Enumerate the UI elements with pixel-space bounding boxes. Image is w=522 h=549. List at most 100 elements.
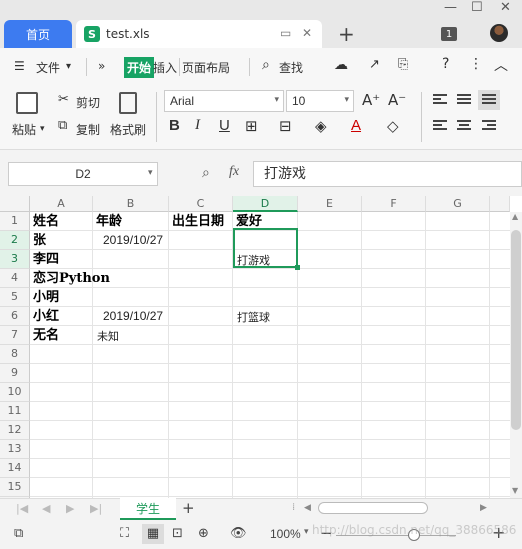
fill-handle[interactable] bbox=[295, 265, 300, 270]
avatar[interactable] bbox=[490, 24, 508, 42]
row-header-9[interactable]: 9 bbox=[0, 364, 30, 383]
cell-a5[interactable]: 小明 bbox=[33, 288, 59, 307]
cell-b2[interactable]: 2019/10/27 bbox=[103, 231, 163, 250]
menu-help[interactable]: ? bbox=[442, 56, 449, 72]
paste-icon[interactable] bbox=[16, 92, 38, 114]
scroll-left-icon[interactable]: ◀ bbox=[304, 503, 311, 513]
decrease-font-icon[interactable]: A⁻ bbox=[388, 91, 406, 109]
new-tab-icon[interactable]: + bbox=[338, 22, 355, 46]
row-header-7[interactable]: 7 bbox=[0, 326, 30, 345]
close-window-icon[interactable]: ✕ bbox=[500, 0, 511, 15]
fullscreen-icon[interactable]: ⛶ bbox=[120, 526, 129, 541]
column-header-g[interactable]: G bbox=[426, 196, 490, 212]
page-layout-view-icon[interactable]: ⊕ bbox=[198, 526, 209, 541]
search-icon[interactable]: ⌕ bbox=[262, 57, 270, 73]
page-break-view-icon[interactable]: ⊡ bbox=[172, 526, 183, 541]
clear-format-icon[interactable]: ◇ bbox=[387, 117, 399, 135]
chevron-down-icon[interactable]: ▾ bbox=[66, 61, 71, 72]
row-header-4[interactable]: 4 bbox=[0, 269, 30, 288]
format-brush-icon[interactable] bbox=[119, 92, 137, 114]
row-header-15[interactable]: 15 bbox=[0, 478, 30, 497]
cell-b1[interactable]: 年龄 bbox=[96, 212, 122, 231]
zoom-find-icon[interactable]: ⌕ bbox=[202, 165, 210, 181]
sheet-view-icon[interactable]: ⧉ bbox=[14, 526, 23, 541]
add-sheet-icon[interactable]: + bbox=[182, 499, 195, 517]
hamburger-icon[interactable]: ☰ bbox=[14, 59, 25, 73]
row-header-12[interactable]: 12 bbox=[0, 421, 30, 440]
bold-button[interactable]: B bbox=[169, 117, 180, 134]
row-header-8[interactable]: 8 bbox=[0, 345, 30, 364]
cell-a4[interactable]: 恋习Python bbox=[33, 269, 110, 288]
tab-document[interactable]: S test.xls ▭ ✕ bbox=[76, 20, 322, 48]
fill-color-icon[interactable]: ◈ bbox=[315, 117, 327, 135]
select-all-corner[interactable] bbox=[0, 196, 30, 212]
cloud-icon[interactable]: ☁ bbox=[334, 57, 348, 73]
pin-window-icon[interactable]: ▭ bbox=[280, 26, 291, 40]
zoom-level[interactable]: 100% bbox=[270, 527, 301, 541]
column-header-c[interactable]: C bbox=[169, 196, 233, 212]
menu-more[interactable]: » bbox=[98, 59, 105, 73]
row-header-10[interactable]: 10 bbox=[0, 383, 30, 402]
column-header-b[interactable]: B bbox=[93, 196, 169, 212]
copy-button[interactable]: 复制 bbox=[76, 121, 100, 138]
column-header-e[interactable]: E bbox=[298, 196, 362, 212]
column-header-d[interactable]: D bbox=[233, 196, 298, 212]
italic-button[interactable]: I bbox=[195, 117, 200, 134]
font-size-select[interactable]: 10 ▾ bbox=[286, 90, 354, 112]
column-header-a[interactable]: A bbox=[30, 196, 93, 212]
row-header-14[interactable]: 14 bbox=[0, 459, 30, 478]
cut-button[interactable]: 剪切 bbox=[76, 94, 100, 111]
minimize-icon[interactable]: — bbox=[444, 0, 457, 15]
export-icon[interactable]: ⎘ bbox=[398, 57, 408, 72]
first-sheet-icon[interactable]: |◀ bbox=[16, 502, 28, 515]
font-name-select[interactable]: Arial ▾ bbox=[164, 90, 284, 112]
normal-view-icon[interactable]: ▦ bbox=[142, 524, 164, 544]
formula-input[interactable]: 打游戏 bbox=[253, 161, 522, 187]
cell-a7[interactable]: 无名 bbox=[33, 326, 59, 345]
align-bottom-icon[interactable] bbox=[478, 90, 500, 110]
tab-home[interactable]: 首页 bbox=[4, 20, 72, 48]
menu-insert[interactable]: 插入 bbox=[153, 59, 177, 76]
font-color-button[interactable]: A bbox=[351, 117, 361, 134]
underline-button[interactable]: U bbox=[219, 117, 230, 134]
row-header-13[interactable]: 13 bbox=[0, 440, 30, 459]
column-header-f[interactable]: F bbox=[362, 196, 426, 212]
scroll-right-icon[interactable]: ▶ bbox=[480, 503, 487, 513]
cell-a6[interactable]: 小红 bbox=[33, 307, 59, 326]
close-tab-icon[interactable]: ✕ bbox=[302, 26, 312, 40]
cell-a2[interactable]: 张 bbox=[33, 231, 46, 250]
merge-icon[interactable]: ⊟ bbox=[279, 117, 292, 135]
zoom-dropdown-icon[interactable]: ▾ bbox=[304, 527, 309, 537]
copy-icon[interactable]: ⧉ bbox=[58, 118, 67, 133]
row-header-6[interactable]: 6 bbox=[0, 307, 30, 326]
fx-button[interactable]: fx bbox=[229, 164, 239, 180]
reading-mode-icon[interactable]: 👁 bbox=[230, 526, 247, 541]
cell-d6[interactable]: 打篮球 bbox=[237, 308, 270, 327]
align-top-icon[interactable] bbox=[433, 94, 447, 106]
scissors-icon[interactable]: ✂ bbox=[58, 92, 69, 107]
row-header-5[interactable]: 5 bbox=[0, 288, 30, 307]
menu-page-layout[interactable]: 页面布局 bbox=[182, 59, 230, 76]
format-brush-button[interactable]: 格式刷 bbox=[110, 121, 146, 138]
name-box[interactable]: D2 bbox=[8, 162, 158, 186]
menu-search[interactable]: 查找 bbox=[279, 59, 303, 76]
row-header-1[interactable]: 1 bbox=[0, 212, 30, 231]
align-left-icon[interactable] bbox=[433, 120, 447, 132]
paste-button[interactable]: 粘贴 bbox=[12, 121, 36, 138]
cell-b6[interactable]: 2019/10/27 bbox=[103, 307, 163, 326]
cell-a3[interactable]: 李四 bbox=[33, 250, 59, 269]
more-options-icon[interactable]: ⋮ bbox=[469, 56, 483, 72]
collapse-ribbon-icon[interactable]: ︿ bbox=[494, 55, 508, 75]
window-count-badge[interactable]: 1 bbox=[441, 27, 457, 41]
menu-start[interactable]: 开始 bbox=[124, 57, 155, 78]
cell-a1[interactable]: 姓名 bbox=[33, 212, 59, 231]
row-header-3[interactable]: 3 bbox=[0, 250, 30, 269]
row-header-2[interactable]: 2 bbox=[0, 231, 30, 250]
increase-font-icon[interactable]: A⁺ bbox=[362, 91, 380, 109]
horizontal-scrollbar[interactable] bbox=[318, 502, 428, 514]
share-icon[interactable]: ↗ bbox=[369, 57, 380, 72]
borders-icon[interactable]: ⊞ bbox=[245, 117, 258, 135]
cell-c1[interactable]: 出生日期 bbox=[172, 212, 224, 231]
vertical-scroll-thumb[interactable] bbox=[511, 230, 521, 430]
next-sheet-icon[interactable]: ▶ bbox=[66, 502, 74, 515]
